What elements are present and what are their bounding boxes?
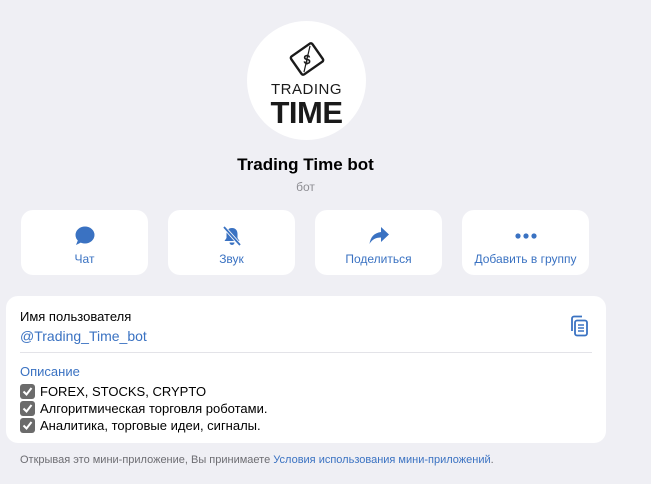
action-buttons: Чат Звук Поделиться Добавить в группу [21,210,589,275]
checkmark-icon [20,418,35,433]
more-dots-icon [514,225,538,247]
chat-button-label: Чат [74,252,95,266]
info-divider [20,352,592,353]
terms-text: Открывая это мини-приложение, Вы принима… [20,454,274,466]
checkmark-icon [20,401,35,416]
add-to-group-button[interactable]: Добавить в группу [462,210,589,275]
sound-button[interactable]: Звук [168,210,295,275]
terms-link[interactable]: Условия использования мини-приложений [273,454,490,466]
bell-slash-icon [220,225,244,247]
share-arrow-icon [367,225,391,247]
description-line: Алгоритмическая торговля роботами. [20,400,267,417]
sound-button-label: Звук [219,252,244,266]
svg-text:$: $ [303,52,311,67]
checkmark-icon [20,384,35,399]
logo-text-line2: TIME [270,95,343,130]
description-line-text: Аналитика, торговые идеи, сигналы. [40,418,261,433]
bot-name: Trading Time bot [237,155,374,174]
bot-subtitle: бот [296,180,315,194]
description-label: Описание [20,364,80,379]
share-button[interactable]: Поделиться [315,210,442,275]
bot-avatar: $ TRADING TIME [247,21,366,140]
description-line: Аналитика, торговые идеи, сигналы. [20,417,267,434]
chat-button[interactable]: Чат [21,210,148,275]
username-label: Имя пользователя [20,309,132,324]
share-button-label: Поделиться [345,252,412,266]
description-line-text: Алгоритмическая торговля роботами. [40,401,268,416]
chat-bubble-icon [73,225,97,247]
username-value[interactable]: @Trading_Time_bot [20,328,147,344]
copy-icon[interactable] [568,314,590,338]
terms-end: . [490,454,494,466]
bot-profile-page: $ TRADING TIME Trading Time bot бот Чат [0,0,651,484]
terms-notice: Открывая это мини-приложение, Вы принима… [20,454,494,466]
info-card: Имя пользователя @Trading_Time_bot Описа… [6,296,606,443]
description-line: FOREX, STOCKS, CRYPTO [20,383,267,400]
description-line-text: FOREX, STOCKS, CRYPTO [40,384,207,399]
add-to-group-button-label: Добавить в группу [474,252,577,266]
money-bill-logo-icon: $ [289,42,324,76]
description-list: FOREX, STOCKS, CRYPTO Алгоритмическая то… [20,383,267,434]
